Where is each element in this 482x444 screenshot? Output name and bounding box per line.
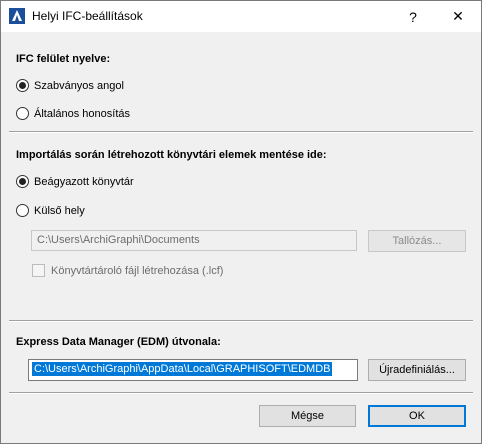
separator	[9, 131, 473, 133]
edm-heading: Express Data Manager (EDM) útvonala:	[16, 336, 221, 348]
radio-general-localization[interactable]: Általános honosítás	[16, 107, 130, 120]
separator	[9, 320, 473, 322]
radio-label: Külső hely	[34, 204, 85, 217]
window-title: Helyi IFC-beállítások	[32, 9, 143, 23]
edm-path-field[interactable]: C:\Users\ArchiGraphi\AppData\Local\GRAPH…	[28, 359, 358, 381]
ok-button[interactable]: OK	[368, 405, 466, 427]
checkbox-label: Könyvtártároló fájl létrehozása (.lcf)	[51, 264, 224, 277]
browse-button[interactable]: Tallózás...	[368, 230, 466, 252]
language-heading: IFC felület nyelve:	[16, 53, 111, 65]
separator	[9, 392, 473, 394]
radio-button-checked[interactable]	[16, 175, 29, 188]
radio-label: Szabványos angol	[34, 79, 124, 92]
radio-external-location[interactable]: Külső hely	[16, 204, 85, 217]
radio-label: Beágyazott könyvtár	[34, 175, 134, 188]
library-path-field[interactable]: C:\Users\ArchiGraphi\Documents	[31, 230, 357, 251]
radio-label: Általános honosítás	[34, 107, 131, 120]
radio-button-checked[interactable]	[16, 79, 29, 92]
edm-path-selected-text: C:\Users\ArchiGraphi\AppData\Local\GRAPH…	[32, 362, 333, 376]
radio-button[interactable]	[16, 204, 29, 217]
library-heading: Importálás során létrehozott könyvtári e…	[16, 149, 327, 161]
container-file-checkbox[interactable]	[32, 264, 45, 277]
container-file-checkbox-row[interactable]: Könyvtártároló fájl létrehozása (.lcf)	[32, 264, 223, 277]
radio-button[interactable]	[16, 107, 29, 120]
dialog-window: Helyi IFC-beállítások ? ✕ IFC felület ny…	[0, 0, 482, 444]
radio-embedded-library[interactable]: Beágyazott könyvtár	[16, 175, 134, 188]
cancel-button[interactable]: Mégse	[259, 405, 356, 427]
archicad-icon	[9, 8, 25, 24]
close-button[interactable]: ✕	[435, 1, 481, 32]
title-bar: Helyi IFC-beállítások ? ✕	[1, 1, 481, 32]
redefine-button[interactable]: Újradefiniálás...	[368, 359, 466, 381]
close-icon: ✕	[452, 8, 464, 24]
help-button[interactable]: ?	[390, 1, 436, 32]
radio-standard-english[interactable]: Szabványos angol	[16, 79, 124, 92]
